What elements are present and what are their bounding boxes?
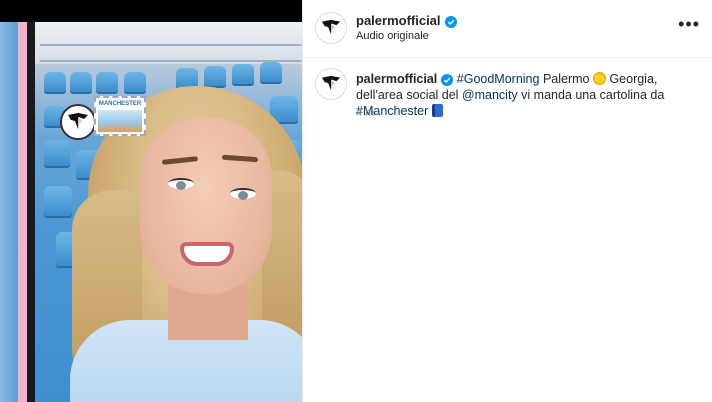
stadium-seat (44, 186, 72, 216)
caption-segment: Palermo (539, 72, 593, 86)
post-author-name[interactable]: palermofficial (356, 13, 441, 28)
post-details-panel: palermofficial Audio originale ••• paler… (303, 0, 712, 402)
person-eye (230, 188, 256, 200)
palermo-eagle-icon (68, 113, 88, 129)
stadium-seat (260, 62, 282, 82)
post-header: palermofficial Audio originale ••• (303, 0, 712, 58)
stadium-seat (70, 72, 92, 92)
caption-author[interactable]: palermofficial (356, 72, 437, 86)
media-left-edge (0, 22, 18, 402)
book-emoji-icon (431, 104, 443, 117)
stadium-seat (176, 68, 198, 88)
stadium-rail (40, 44, 302, 46)
post-media[interactable]: MANCHESTER (0, 0, 302, 402)
audio-link[interactable]: Audio originale (356, 30, 429, 42)
palermo-logo-icon (321, 75, 341, 91)
stadium-seat (232, 64, 254, 84)
stamp-title: MANCHESTER (98, 101, 142, 107)
sun-emoji-icon (592, 72, 606, 85)
caption-text: palermofficial #GoodMorning Palermo Geor… (356, 71, 696, 119)
manchester-postcard-sticker: MANCHESTER (94, 96, 146, 136)
person-face (140, 118, 272, 294)
media-dark-stripe (27, 22, 35, 402)
media-pink-stripe (18, 22, 27, 402)
media-top-bar (0, 0, 302, 22)
person-eye (168, 178, 194, 190)
stamp-skyline (98, 110, 142, 132)
stadium-seat (44, 140, 70, 166)
stadium-seat (124, 72, 146, 92)
stadium-roof (0, 22, 302, 64)
caption-segment: vi manda una cartolina da (517, 88, 665, 102)
stadium-seat (44, 72, 66, 92)
post-author[interactable]: palermofficial (356, 13, 457, 28)
avatar[interactable] (315, 12, 347, 44)
caption-avatar[interactable] (315, 68, 347, 100)
stadium-seat (204, 66, 226, 86)
palermo-logo-sticker (60, 104, 96, 140)
person-mouth (180, 242, 234, 266)
post-timestamp[interactable]: 4 m (356, 107, 374, 119)
verified-badge-icon (441, 73, 454, 86)
stadium-seat (96, 72, 118, 92)
more-options-icon[interactable]: ••• (678, 15, 700, 33)
palermo-logo-icon (321, 19, 341, 35)
hashtag-goodmorning[interactable]: #GoodMorning (457, 72, 540, 86)
verified-badge-icon (444, 15, 457, 28)
mention-mancity[interactable]: @mancity (462, 88, 518, 102)
